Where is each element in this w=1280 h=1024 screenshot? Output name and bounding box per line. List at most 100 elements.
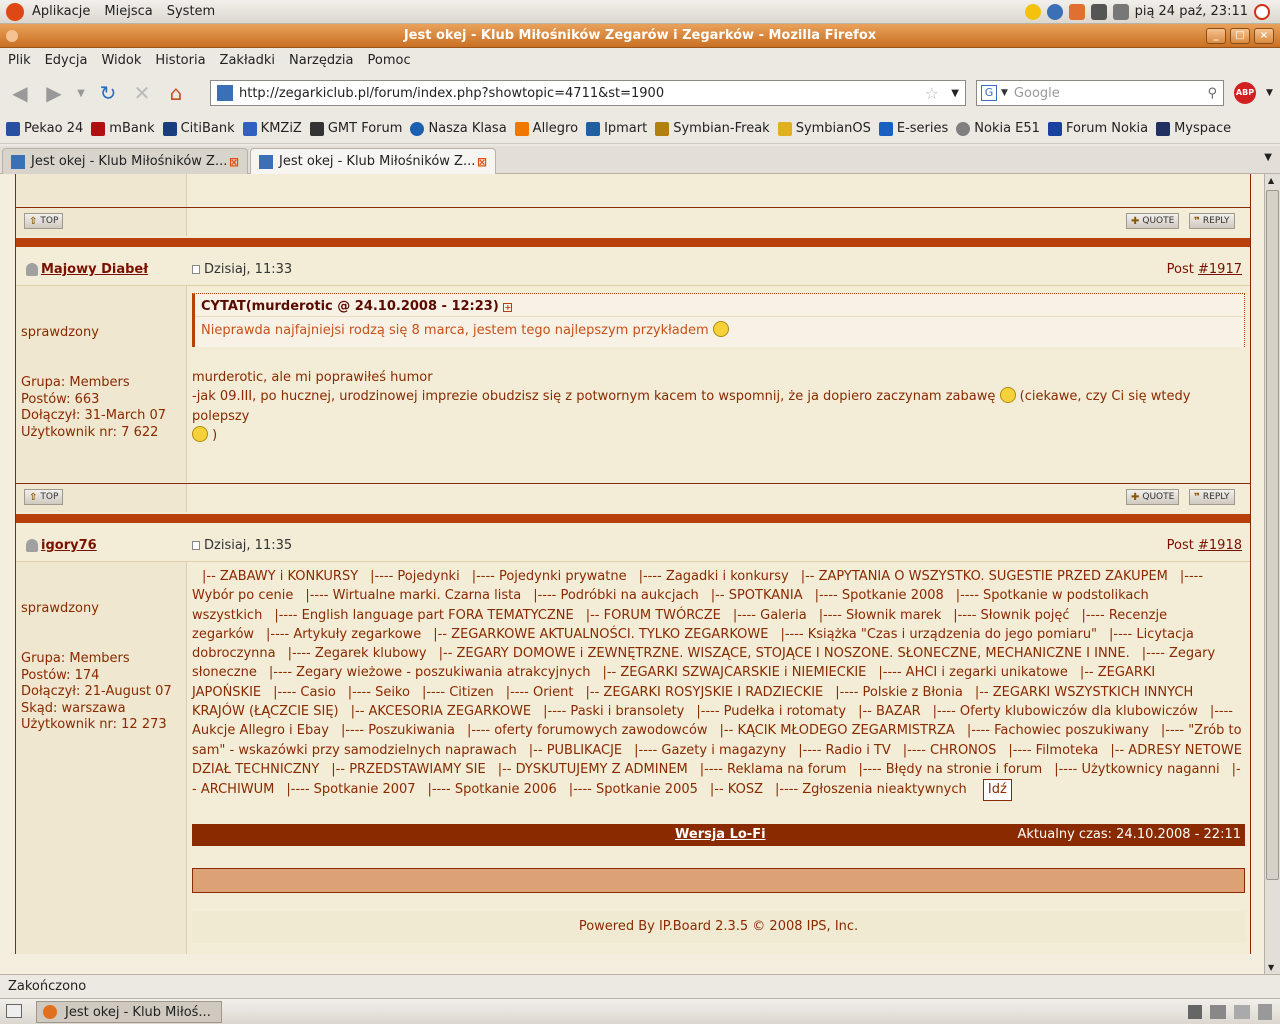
bookmark-item[interactable]: GMT Forum — [309, 121, 402, 136]
jump-item[interactable]: |---- Gazety i magazyny — [634, 743, 786, 758]
menu-edit[interactable]: Edycja — [45, 53, 88, 68]
jump-item[interactable]: |---- oferty forumowych zawodowców — [467, 723, 708, 738]
search-tool-icon[interactable] — [1068, 3, 1085, 20]
jump-item[interactable]: |---- Citizen — [422, 685, 494, 700]
bookmark-item[interactable]: KMZiZ — [242, 121, 302, 136]
forward-icon[interactable]: ▶ — [40, 79, 68, 107]
tab-1[interactable]: Jest okej - Klub Miłośników Z... ⊠ — [2, 148, 248, 174]
menu-file[interactable]: Plik — [8, 53, 31, 68]
jump-item[interactable]: |-- PRZEDSTAWIAMY SIE — [331, 762, 485, 777]
jump-item[interactable]: |---- Pudełka i rotomaty — [696, 704, 846, 719]
jump-item[interactable]: |---- Galeria — [733, 608, 807, 623]
bookmark-item[interactable]: Myspace — [1156, 121, 1231, 136]
top-button[interactable]: ⇧ TOP — [24, 489, 64, 505]
post-author[interactable]: igory76 — [41, 538, 97, 553]
jump-item[interactable]: |---- Słownik pojęć — [953, 608, 1069, 623]
jump-item[interactable]: |---- Pojedynki — [370, 569, 460, 584]
menu-history[interactable]: Historia — [155, 53, 205, 68]
bookmark-star-icon[interactable]: ☆ — [925, 84, 939, 103]
jump-item[interactable]: |---- Zagadki i konkursy — [639, 569, 789, 584]
jump-item[interactable]: |---- Polskie z Błonia — [835, 685, 963, 700]
jump-item[interactable]: |-- SPOTKANIA — [711, 588, 803, 603]
home-icon[interactable]: ⌂ — [162, 79, 190, 107]
reply-button[interactable]: ❞ REPLY — [1189, 213, 1235, 229]
google-engine-icon[interactable]: G — [981, 85, 997, 101]
url-bar[interactable]: http://zegarkiclub.pl/forum/index.php?sh… — [210, 80, 966, 106]
menu-places[interactable]: Miejsca — [104, 4, 152, 19]
jump-item[interactable]: |---- Radio i TV — [798, 743, 891, 758]
quote-button[interactable]: ✚ QUOTE — [1126, 489, 1180, 505]
bookmark-item[interactable]: Ipmart — [586, 121, 647, 136]
ubuntu-logo-icon[interactable] — [6, 2, 24, 21]
bookmark-item[interactable]: Symbian-Freak — [655, 121, 770, 136]
jump-item[interactable]: |---- Filmoteka — [1008, 743, 1098, 758]
post-link[interactable]: #1918 — [1198, 538, 1242, 553]
reload-icon[interactable]: ↻ — [94, 79, 122, 107]
trash-icon[interactable] — [1258, 1004, 1272, 1020]
menu-tools[interactable]: Narzędzia — [289, 53, 354, 68]
firefox-launcher-icon[interactable] — [1046, 3, 1063, 20]
jump-item[interactable]: |-- ZEGARY DOMOWE i ZEWNĘTRZNE. WISZĄCE,… — [439, 646, 1130, 661]
post-author[interactable]: Majowy Diabeł — [41, 262, 148, 277]
jump-item[interactable]: |---- Paski i bransolety — [543, 704, 684, 719]
url-dropdown-icon[interactable]: ▼ — [951, 88, 959, 99]
tab-close-icon[interactable]: ⊠ — [477, 155, 487, 169]
scroll-thumb[interactable] — [1266, 190, 1279, 880]
lofi-link[interactable]: Wersja Lo-Fi — [675, 827, 766, 842]
bookmark-item[interactable]: Forum Nokia — [1047, 121, 1148, 136]
jump-item[interactable]: |---- CHRONOS — [903, 743, 997, 758]
jump-item[interactable]: |---- Seiko — [348, 685, 410, 700]
jump-item[interactable]: |-- KĄCIK MŁODEGO ZEGARMISTRZA — [720, 723, 955, 738]
jump-item[interactable]: |-- ZEGARKOWE AKTUALNOŚCI. TYLKO ZEGARKO… — [433, 627, 768, 642]
jump-item[interactable]: |---- Pojedynki prywatne — [472, 569, 627, 584]
workspace-icon[interactable] — [1188, 1005, 1202, 1019]
jump-item[interactable]: |---- Fachowiec poszukiwany — [967, 723, 1149, 738]
top-button[interactable]: ⇧ TOP — [24, 213, 64, 229]
show-desktop-icon[interactable] — [6, 1004, 22, 1018]
jump-item[interactable]: |-- DYSKUTUJEMY Z ADMINEM — [498, 762, 688, 777]
adblock-icon[interactable]: ABP — [1234, 82, 1256, 104]
jump-item[interactable]: |---- Zegarek klubowy — [288, 646, 427, 661]
menu-applications[interactable]: Aplikacje — [32, 4, 90, 19]
jump-item[interactable]: |---- Reklama na forum — [700, 762, 847, 777]
engine-dropdown-icon[interactable]: ▼ — [1001, 88, 1008, 98]
bookmark-item[interactable]: Pekao 24 — [6, 121, 83, 136]
menu-help[interactable]: Pomoc — [368, 53, 411, 68]
jump-item[interactable]: |---- Zgłoszenia nieaktywnych — [775, 782, 967, 797]
jump-item[interactable]: |-- FORUM TWÓRCZE — [586, 608, 721, 623]
forum-jump-list[interactable]: |-- ZABAWY i KONKURSY |---- Pojedynki |---… — [192, 567, 1244, 802]
go-button[interactable]: Idź — [982, 779, 1012, 802]
jump-item[interactable]: |---- Spotkanie 2005 — [569, 782, 698, 797]
minimize-icon[interactable]: _ — [1206, 28, 1226, 44]
adblock-dropdown-icon[interactable]: ▼ — [1266, 88, 1273, 98]
jump-item[interactable]: |-- BAZAR — [858, 704, 921, 719]
jump-item[interactable]: |---- Artykuły zegarkowe — [266, 627, 421, 642]
bookmark-item[interactable]: Nokia E51 — [956, 121, 1040, 136]
jump-item[interactable]: |---- Użytkownicy naganni — [1054, 762, 1219, 777]
jump-item[interactable]: |---- Podróbki na aukcjach — [533, 588, 699, 603]
jump-item[interactable]: |-- ZABAWY i KONKURSY — [202, 569, 358, 584]
workspace-icon[interactable] — [1234, 1005, 1250, 1019]
url-text[interactable]: http://zegarkiclub.pl/forum/index.php?sh… — [239, 86, 664, 101]
jump-item[interactable]: |---- Zegary wieżowe - poszukiwania atra… — [269, 665, 591, 680]
scroll-down-icon[interactable]: ▼ — [1268, 963, 1274, 972]
bookmark-item[interactable]: Allegro — [514, 121, 578, 136]
jump-item[interactable]: |---- Oferty klubowiczów dla klubowiczów — [933, 704, 1198, 719]
jump-item[interactable]: |---- Orient — [506, 685, 574, 700]
quote-expand-icon[interactable]: + — [503, 303, 513, 312]
window-menu-icon[interactable] — [6, 30, 18, 42]
post-link[interactable]: #1917 — [1198, 262, 1242, 277]
jump-item[interactable]: |-- PUBLIKACJE — [529, 743, 622, 758]
jump-item[interactable]: |---- Spotkanie 2007 — [286, 782, 415, 797]
vertical-scrollbar[interactable]: ▲ ▼ — [1264, 174, 1280, 974]
quote-button[interactable]: ✚ QUOTE — [1126, 213, 1180, 229]
search-magnifier-icon[interactable]: ⚲ — [1207, 86, 1217, 101]
volume-icon[interactable] — [1112, 3, 1129, 20]
tab-close-icon[interactable]: ⊠ — [229, 155, 239, 169]
weather-icon[interactable] — [1024, 3, 1041, 20]
jump-item[interactable]: |-- AKCESORIA ZEGARKOWE — [351, 704, 532, 719]
stop-icon[interactable]: ✕ — [128, 79, 156, 107]
menu-view[interactable]: Widok — [101, 53, 141, 68]
jump-item[interactable]: |---- Spotkanie 2006 — [428, 782, 557, 797]
history-dropdown-icon[interactable]: ▼ — [74, 79, 88, 107]
